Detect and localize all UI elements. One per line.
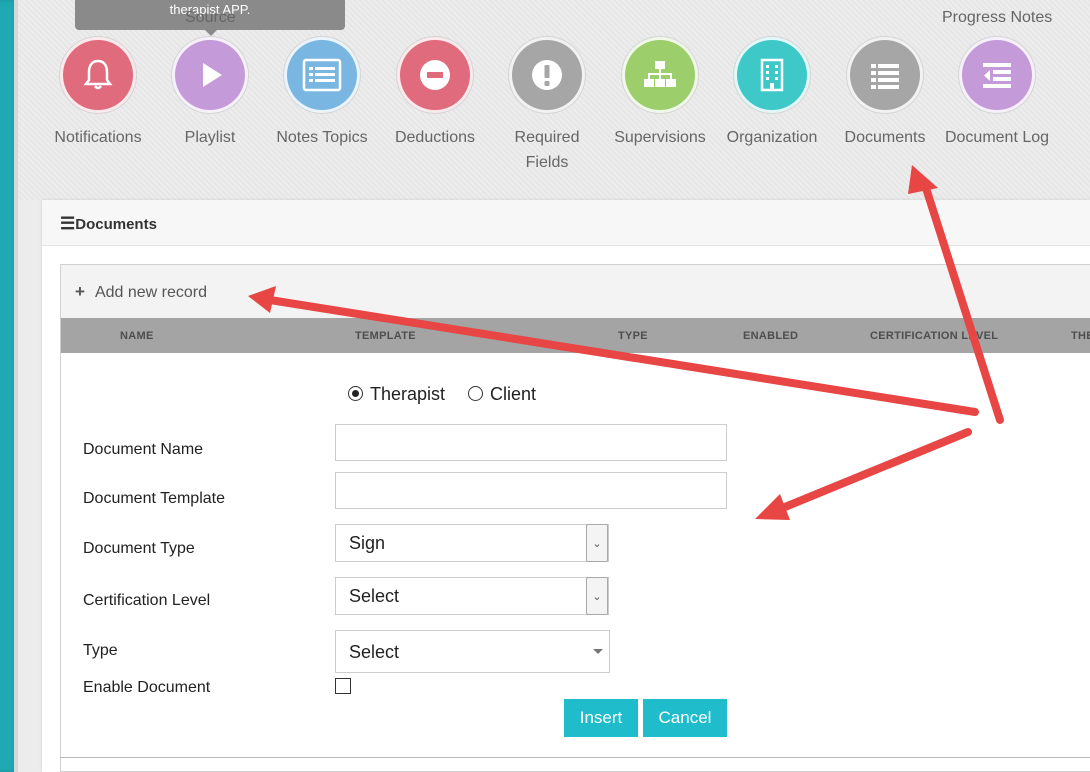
sitemap-icon	[622, 37, 698, 113]
enable-document-checkbox[interactable]	[335, 678, 351, 694]
minus-circle-icon	[397, 37, 473, 113]
chevron-down-icon[interactable]: ⌄	[586, 577, 608, 615]
sidebar-edge	[0, 0, 18, 772]
list-icon	[847, 37, 923, 113]
menu-item-notes-topics[interactable]: Notes Topics	[267, 37, 377, 150]
insert-button[interactable]: Insert	[564, 699, 638, 737]
outdent-icon	[959, 37, 1035, 113]
grid-header: NAME TEMPLATE TYPE ENABLED CERTIFICATION…	[61, 318, 1090, 353]
enable-document-label: Enable Document	[83, 679, 211, 696]
cancel-button[interactable]: Cancel	[643, 699, 727, 737]
menu-item-label: Notes Topics	[276, 129, 368, 146]
grid-toolbar: + Add new record	[61, 265, 1090, 318]
menu-item-documents[interactable]: Documents	[830, 37, 940, 150]
menu-item-label: Deductions	[394, 129, 476, 146]
menu-item-label: Supervisions	[614, 129, 706, 146]
progress-notes-label[interactable]: Progress Notes	[942, 9, 1052, 27]
menu-item-label: Playlist	[184, 129, 236, 146]
document-name-label: Document Name	[83, 441, 204, 458]
certification-level-value: Select	[349, 586, 400, 606]
caret-down-icon	[593, 649, 603, 654]
certification-level-label: Certification Level	[83, 592, 211, 609]
radio-client-label: Client	[490, 384, 537, 404]
document-type-select[interactable]: Sign ⌄	[335, 524, 609, 562]
menu-item-label: Required Fields	[514, 129, 580, 171]
type-select[interactable]: Select	[335, 630, 610, 673]
column-header-name[interactable]: NAME	[120, 330, 154, 342]
building-icon	[734, 37, 810, 113]
column-header-therapist[interactable]: THE	[1071, 330, 1090, 342]
menu-item-required-fields[interactable]: Required Fields	[492, 37, 602, 175]
document-name-input[interactable]	[335, 424, 727, 461]
menu-item-organization[interactable]: Organization	[717, 37, 827, 150]
panel-header: ☰Documents	[42, 200, 1090, 246]
type-label: Type	[83, 642, 118, 659]
column-header-certification-level[interactable]: CERTIFICATION LEVEL	[870, 330, 998, 342]
tooltip-sub-label: Source	[185, 9, 236, 26]
documents-grid: + Add new record NAME TEMPLATE TYPE ENABL…	[60, 264, 1090, 772]
document-template-input[interactable]	[335, 472, 727, 509]
document-type-label: Document Type	[83, 540, 195, 557]
menu-item-label: Document Log	[944, 129, 1050, 146]
column-header-type[interactable]: TYPE	[618, 330, 648, 342]
menu-item-label: Documents	[844, 129, 926, 146]
menu-item-document-log[interactable]: Document Log	[942, 37, 1052, 150]
column-header-template[interactable]: TEMPLATE	[355, 330, 416, 342]
plus-icon: +	[75, 282, 85, 301]
menu-item-notifications[interactable]: Notifications	[43, 37, 153, 150]
menu-item-supervisions[interactable]: Supervisions	[605, 37, 715, 150]
column-header-enabled[interactable]: ENABLED	[743, 330, 798, 342]
list-icon	[284, 37, 360, 113]
add-record-button[interactable]: + Add new record	[75, 282, 207, 301]
menu-item-playlist[interactable]: Playlist	[155, 37, 265, 150]
document-template-label: Document Template	[83, 490, 225, 507]
hamburger-icon[interactable]: ☰	[60, 214, 75, 233]
type-value: Select	[349, 642, 400, 662]
exclamation-icon	[509, 37, 585, 113]
chevron-down-icon[interactable]: ⌄	[586, 524, 608, 562]
menu-item-deductions[interactable]: Deductions	[380, 37, 490, 150]
menu-item-label: Organization	[726, 129, 818, 146]
radio-client[interactable]	[468, 386, 483, 401]
add-record-label: Add new record	[94, 284, 207, 301]
document-type-value: Sign	[349, 533, 386, 553]
radio-therapist-label: Therapist	[370, 384, 446, 404]
radio-therapist[interactable]	[348, 386, 363, 401]
divider	[60, 757, 1090, 758]
panel-title: Documents	[75, 216, 157, 233]
bell-icon	[60, 37, 136, 113]
menu-item-label: Notifications	[54, 129, 142, 146]
play-icon	[172, 37, 248, 113]
certification-level-select[interactable]: Select ⌄	[335, 577, 609, 615]
